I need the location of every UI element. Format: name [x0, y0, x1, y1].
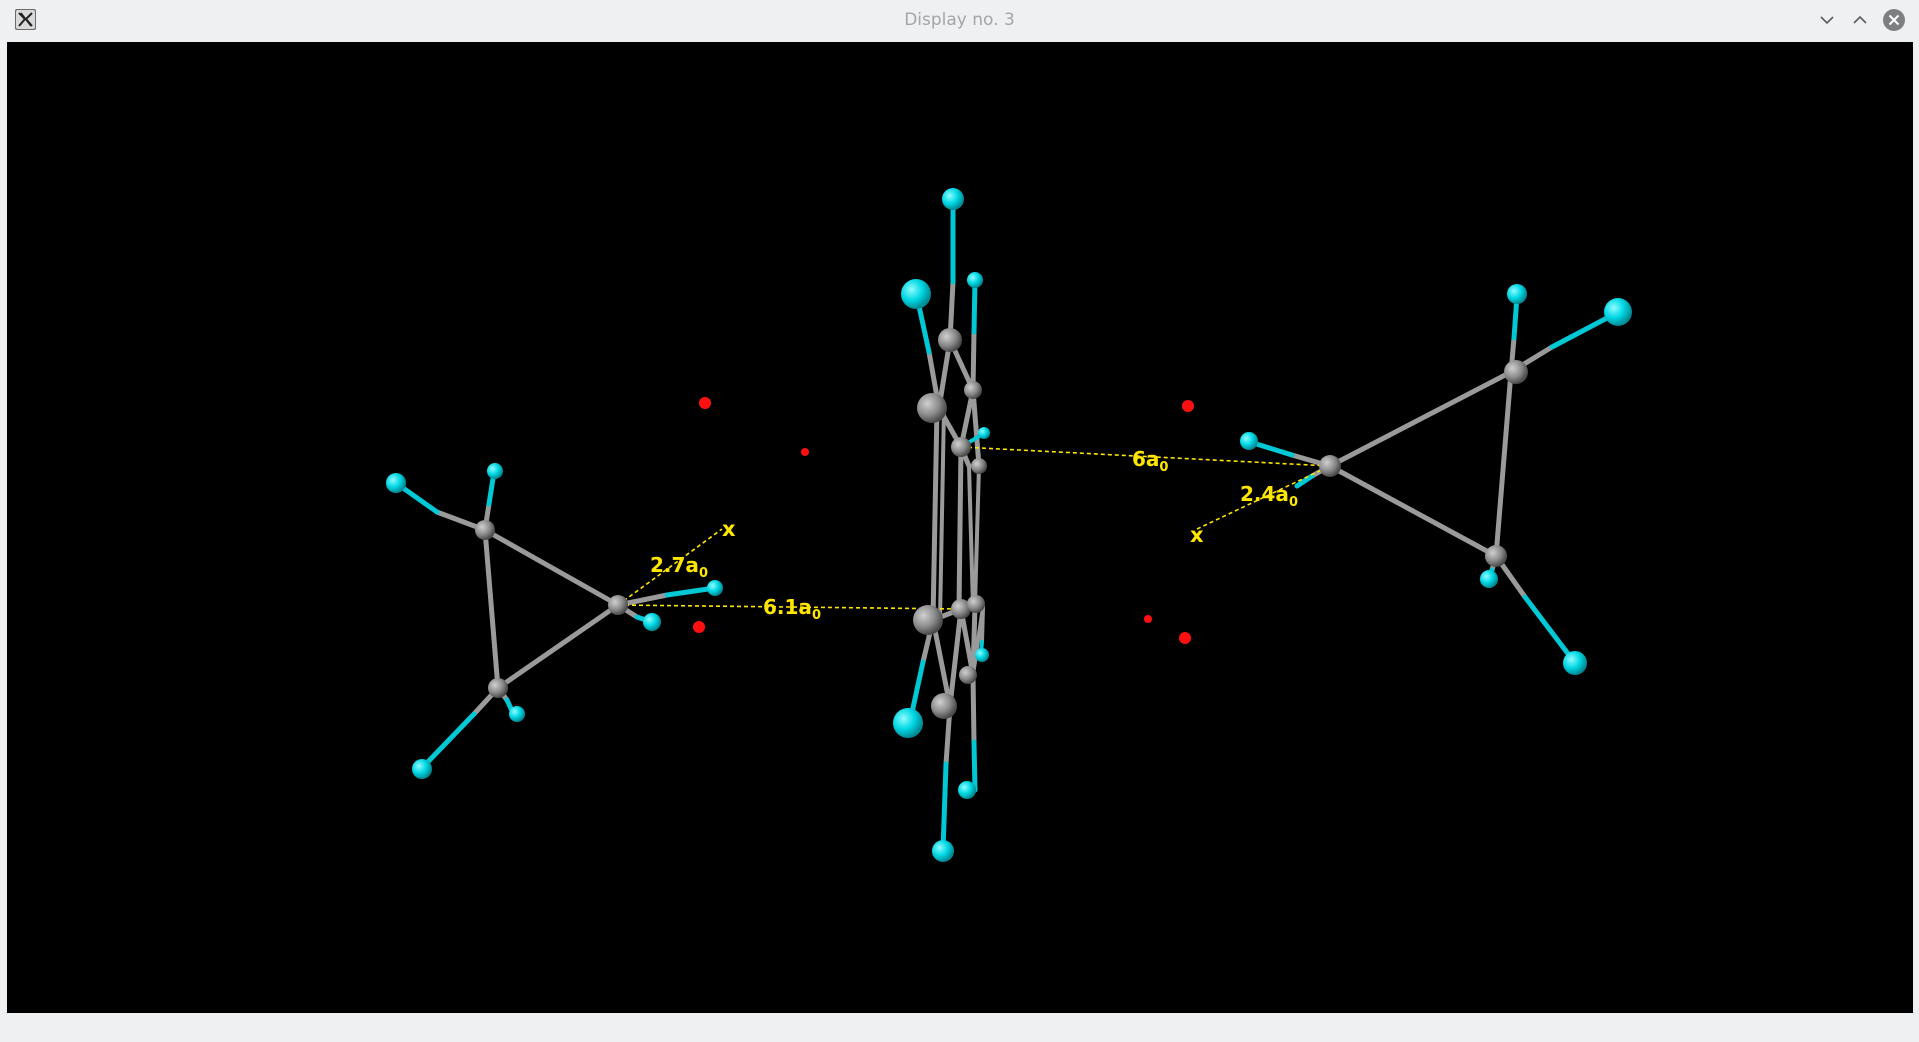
- carbon-atom: [931, 693, 957, 719]
- fluorine-atom: [1507, 284, 1527, 304]
- fluorine-atoms: [386, 188, 1632, 862]
- red-point: [693, 621, 705, 633]
- red-point: [801, 448, 809, 456]
- red-point: [1182, 400, 1194, 412]
- fluorine-atom: [1240, 432, 1258, 450]
- fluorine-atom: [978, 427, 990, 439]
- distance-label: 6.1a0: [763, 595, 821, 623]
- fluorine-atom: [975, 648, 989, 662]
- carbon-atom: [959, 666, 977, 684]
- carbon-atom: [951, 437, 971, 457]
- status-bar: [0, 1015, 1919, 1042]
- title-bar[interactable]: Display no. 3: [0, 0, 1919, 40]
- fluorine-atom: [386, 473, 406, 493]
- marker-x: x: [722, 517, 736, 541]
- distance-label: 2.4a0: [1240, 482, 1298, 510]
- carbon-atom: [1319, 455, 1341, 477]
- fluorine-atom: [932, 840, 954, 862]
- fluorine-atom: [643, 613, 661, 631]
- red-point: [1179, 632, 1191, 644]
- fluorine-atom: [707, 580, 723, 596]
- carbon-atom: [971, 458, 987, 474]
- fluorine-atom: [1480, 570, 1498, 588]
- carbon-atom: [608, 595, 628, 615]
- fluorine-atom: [942, 188, 964, 210]
- carbon-atom: [1485, 545, 1507, 567]
- red-point: [1144, 615, 1152, 623]
- carbon-atom: [913, 605, 943, 635]
- carbon-atom: [938, 328, 962, 352]
- fluorine-atom: [412, 759, 432, 779]
- window-title: Display no. 3: [904, 10, 1015, 30]
- carbon-atom: [488, 678, 508, 698]
- molecule-viewport[interactable]: 2.7a0 6.1a0 6a0 2.4a0 x x: [7, 42, 1913, 1013]
- chevron-up-icon[interactable]: [1850, 10, 1870, 30]
- carbon-atom: [475, 520, 495, 540]
- fluorine-atom: [1604, 298, 1632, 326]
- close-icon[interactable]: [1882, 8, 1906, 32]
- chevron-down-icon[interactable]: [1817, 10, 1837, 30]
- fluorine-atom: [509, 706, 525, 722]
- red-point: [699, 397, 711, 409]
- fluorine-atom: [967, 272, 983, 288]
- carbon-atom: [967, 595, 985, 613]
- carbon-atom: [1504, 360, 1528, 384]
- distance-label: 2.7a0: [650, 553, 708, 581]
- distance-label: 6a0: [1132, 447, 1168, 475]
- carbon-atom: [917, 393, 947, 423]
- fluorine-atom: [487, 463, 503, 479]
- bond-group: [393, 197, 1610, 853]
- carbon-atoms: [475, 328, 1528, 719]
- fluorine-atom: [901, 279, 931, 309]
- marker-x: x: [1190, 523, 1204, 547]
- fluorine-atom: [893, 708, 923, 738]
- fluorine-atom: [1563, 651, 1587, 675]
- carbon-atom: [964, 381, 982, 399]
- fluorine-atom: [958, 781, 976, 799]
